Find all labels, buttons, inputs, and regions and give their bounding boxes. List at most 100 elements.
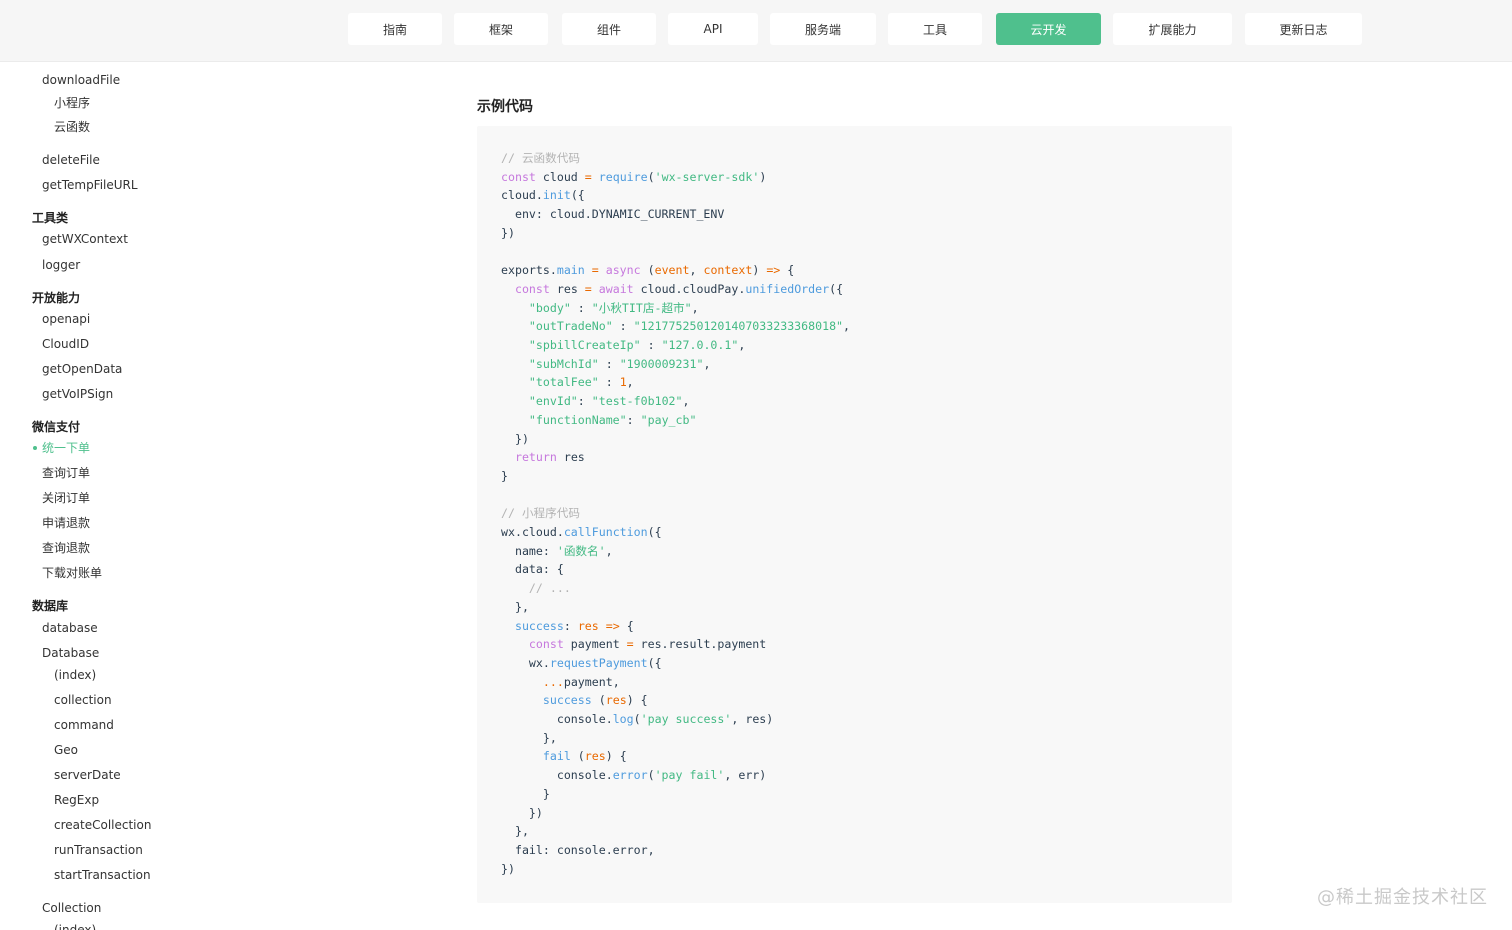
sidebar-item-cloudid[interactable]: CloudID [42, 336, 89, 352]
nav-tab-guide[interactable]: 指南 [348, 13, 442, 45]
sidebar-item-createcollection[interactable]: createCollection [54, 817, 151, 833]
sidebar-item-database-class[interactable]: Database [42, 645, 99, 661]
code-token: ... [542, 674, 564, 689]
code-token: cloud. [501, 188, 543, 203]
nav-tab-api[interactable]: API [668, 13, 758, 45]
code-token: 'pay fail' [654, 768, 725, 783]
code-line: }) [501, 804, 543, 823]
sidebar-item-logger[interactable]: logger [42, 257, 80, 273]
code-token: "1217752501201407033233368018" [633, 319, 844, 334]
code-line: }) [501, 860, 515, 879]
code-line: "outTradeNo" : "121775250120140703323336… [501, 317, 850, 336]
code-token: "1900009231" [619, 356, 704, 371]
code-token: console. [501, 712, 613, 726]
sidebar-item-downloadfile[interactable]: downloadFile [42, 72, 120, 88]
sidebar-item-collection[interactable]: collection [54, 692, 112, 708]
code-token: ) [752, 263, 767, 278]
code-token: res [577, 618, 599, 633]
code-token: cloud [535, 169, 585, 184]
sidebar-item-close-order[interactable]: 关闭订单 [42, 490, 90, 506]
code-token: : [577, 394, 592, 409]
code-token: log [612, 712, 634, 726]
sidebar-item-starttransaction[interactable]: startTransaction [54, 867, 151, 883]
sidebar-item-getvoipsign[interactable]: getVoIPSign [42, 386, 113, 402]
nav-tab-cloud-dev[interactable]: 云开发 [996, 13, 1101, 45]
code-token: "小秋TIT店-超市" [591, 300, 692, 315]
code-token: : [570, 300, 592, 315]
code-token: : [612, 319, 634, 334]
code-token: ({ [829, 281, 844, 296]
sidebar-item-download-bill[interactable]: 下载对账单 [42, 565, 102, 581]
code-token: context [703, 263, 753, 278]
nav-tab-extensions[interactable]: 扩展能力 [1113, 13, 1232, 45]
sidebar-item-database[interactable]: database [42, 620, 98, 636]
sidebar-item-query-refund[interactable]: 查询退款 [42, 540, 90, 556]
code-token: const [514, 281, 550, 296]
code-token: data: { [501, 562, 564, 577]
nav-tab-framework[interactable]: 框架 [454, 13, 548, 45]
sidebar-item-runtransaction[interactable]: runTransaction [54, 842, 143, 858]
sidebar-item-cloud-function[interactable]: 云函数 [54, 119, 90, 135]
sidebar-item-command[interactable]: command [54, 717, 114, 733]
sidebar-group-wechat-pay: 微信支付 [32, 420, 81, 434]
code-line: }) [501, 224, 515, 243]
sidebar-item-database-index[interactable]: (index) [54, 667, 96, 683]
code-token: wx. [501, 655, 550, 670]
code-token: init [542, 188, 571, 203]
code-token: }) [501, 225, 515, 240]
sidebar-item-regexp[interactable]: RegExp [54, 792, 99, 808]
code-line: name: '函数名', [501, 542, 613, 561]
code-line: console.log('pay success', res) [501, 710, 773, 729]
nav-tab-changelog[interactable]: 更新日志 [1245, 13, 1362, 45]
sidebar-item-getwxcontext[interactable]: getWXContext [42, 231, 128, 247]
sidebar-item-openapi[interactable]: openapi [42, 311, 90, 327]
sidebar-item-collection-class[interactable]: Collection [42, 900, 101, 916]
sidebar-item-unified-order[interactable]: 统一下单 [42, 440, 90, 456]
code-token: : [563, 618, 578, 633]
code-token: }, [501, 599, 529, 614]
sidebar-item-query-order[interactable]: 查询订单 [42, 465, 90, 481]
code-token: const [528, 637, 564, 652]
code-line: // 云函数代码 [501, 149, 580, 168]
code-token: { [619, 618, 634, 633]
sidebar-item-getopendata[interactable]: getOpenData [42, 361, 122, 377]
sidebar-item-geo[interactable]: Geo [54, 742, 78, 758]
code-token: : [626, 412, 641, 427]
code-token: "functionName" [528, 412, 627, 427]
code-token: , [738, 338, 746, 352]
code-token: res [556, 450, 585, 465]
code-block: // 云函数代码 const cloud = require('wx-server… [477, 126, 1232, 903]
code-line: exports.main = async (event, context) =>… [501, 261, 794, 280]
code-token: ({ [647, 655, 662, 670]
code-token: wx.cloud. [501, 525, 564, 539]
sidebar: downloadFile 小程序 云函数 deleteFile getTempF… [0, 62, 240, 930]
code-token: , [843, 319, 851, 334]
code-token: await [598, 281, 634, 296]
code-line: "envId": "test-f0b102", [501, 392, 690, 411]
nav-tab-components[interactable]: 组件 [562, 13, 656, 45]
code-token: payment [563, 637, 627, 652]
sidebar-item-miniprogram[interactable]: 小程序 [54, 95, 90, 111]
code-line: wx.cloud.callFunction({ [501, 523, 662, 542]
sidebar-item-deletefile[interactable]: deleteFile [42, 152, 100, 168]
sidebar-item-collection-index[interactable]: (index) [54, 922, 96, 930]
sidebar-item-serverdate[interactable]: serverDate [54, 767, 121, 783]
code-token: }, [501, 730, 557, 745]
code-line: "body" : "小秋TIT店-超市", [501, 299, 699, 318]
sidebar-item-refund[interactable]: 申请退款 [42, 515, 90, 531]
nav-tab-server[interactable]: 服务端 [770, 13, 876, 45]
code-line: ...payment, [501, 673, 620, 692]
code-token: = [584, 281, 592, 296]
nav-tab-tools[interactable]: 工具 [888, 13, 982, 45]
code-token: error [612, 768, 648, 783]
sidebar-item-gettempfileurl[interactable]: getTempFileURL [42, 177, 138, 193]
